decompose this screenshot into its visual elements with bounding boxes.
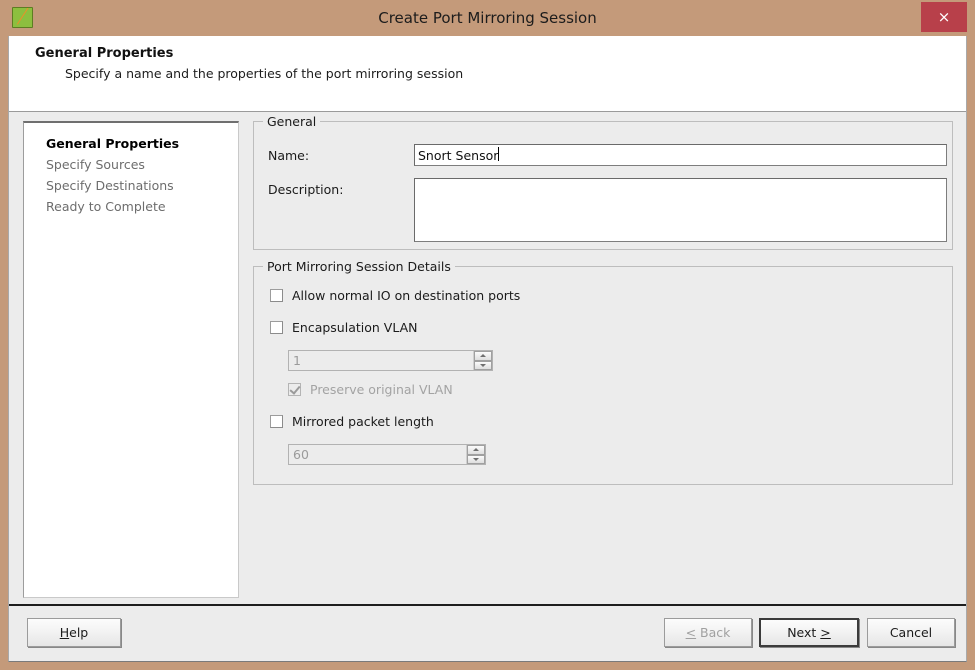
next-label: Next — [787, 625, 821, 640]
sidebar-item-ready-to-complete[interactable]: Ready to Complete — [24, 196, 238, 217]
encapsulation-vlan-row[interactable]: Encapsulation VLAN — [270, 320, 417, 335]
vlan-id-stepper[interactable] — [288, 350, 493, 371]
text-caret — [498, 147, 499, 161]
help-label-rest: elp — [69, 625, 89, 640]
back-label: Back — [696, 625, 731, 640]
vlan-id-decrement-icon[interactable] — [474, 360, 492, 370]
help-mnemonic: H — [59, 625, 70, 640]
encapsulation-vlan-label: Encapsulation VLAN — [292, 320, 418, 335]
packet-length-stepper-buttons — [466, 445, 485, 464]
back-prefix: < — [685, 625, 697, 640]
preserve-original-vlan-label: Preserve original VLAN — [310, 382, 453, 397]
dialog-header: General Properties Specify a name and th… — [9, 36, 966, 112]
sidebar-item-specify-destinations[interactable]: Specify Destinations — [24, 175, 238, 196]
general-groupbox-title: General — [263, 114, 321, 129]
name-input[interactable] — [414, 144, 947, 166]
dialog-window: ╱ Create Port Mirroring Session × Genera… — [0, 0, 975, 670]
sidebar-item-general-properties[interactable]: General Properties — [24, 133, 238, 154]
allow-normal-io-row[interactable]: Allow normal IO on destination ports — [270, 288, 520, 303]
allow-normal-io-label: Allow normal IO on destination ports — [292, 288, 521, 303]
window-title: Create Port Mirroring Session — [378, 9, 597, 27]
next-suffix: > — [820, 625, 831, 640]
title-bar: ╱ Create Port Mirroring Session × — [0, 0, 975, 36]
page-title: General Properties — [35, 46, 174, 61]
dialog-button-bar: Help < Back Next > Cancel — [9, 604, 966, 661]
description-input[interactable] — [414, 178, 947, 242]
vlan-id-stepper-buttons — [473, 351, 492, 370]
general-groupbox: General Name: Description: — [253, 114, 953, 250]
next-button[interactable]: Next > — [759, 618, 859, 647]
vlan-id-input[interactable] — [289, 351, 473, 370]
vlan-id-increment-icon[interactable] — [474, 351, 492, 361]
help-button[interactable]: Help — [27, 618, 121, 647]
description-label: Description: — [268, 182, 344, 197]
page-subtitle: Specify a name and the properties of the… — [65, 66, 464, 81]
mirrored-packet-length-row[interactable]: Mirrored packet length — [270, 414, 434, 429]
preserve-original-vlan-row: Preserve original VLAN — [288, 382, 453, 397]
packet-length-decrement-icon[interactable] — [467, 454, 485, 464]
name-label: Name: — [268, 148, 310, 163]
close-icon[interactable]: × — [921, 2, 967, 32]
packet-length-input[interactable] — [289, 445, 466, 464]
session-details-groupbox-title: Port Mirroring Session Details — [263, 259, 455, 274]
mirrored-packet-length-checkbox[interactable] — [270, 415, 283, 428]
dialog-client-area: General Properties Specify a name and th… — [8, 36, 967, 662]
packet-length-increment-icon[interactable] — [467, 445, 485, 455]
session-details-groupbox: Port Mirroring Session Details Allow nor… — [253, 259, 953, 485]
preserve-original-vlan-checkbox — [288, 383, 301, 396]
mirrored-packet-length-label: Mirrored packet length — [292, 414, 434, 429]
wizard-steps-sidebar: General Properties Specify Sources Speci… — [23, 121, 239, 598]
back-button[interactable]: < Back — [664, 618, 752, 647]
main-panel: General Name: Description: Port Mirrorin… — [253, 114, 953, 485]
packet-length-stepper[interactable] — [288, 444, 486, 465]
cancel-button[interactable]: Cancel — [867, 618, 955, 647]
allow-normal-io-checkbox[interactable] — [270, 289, 283, 302]
encapsulation-vlan-checkbox[interactable] — [270, 321, 283, 334]
sidebar-item-specify-sources[interactable]: Specify Sources — [24, 154, 238, 175]
